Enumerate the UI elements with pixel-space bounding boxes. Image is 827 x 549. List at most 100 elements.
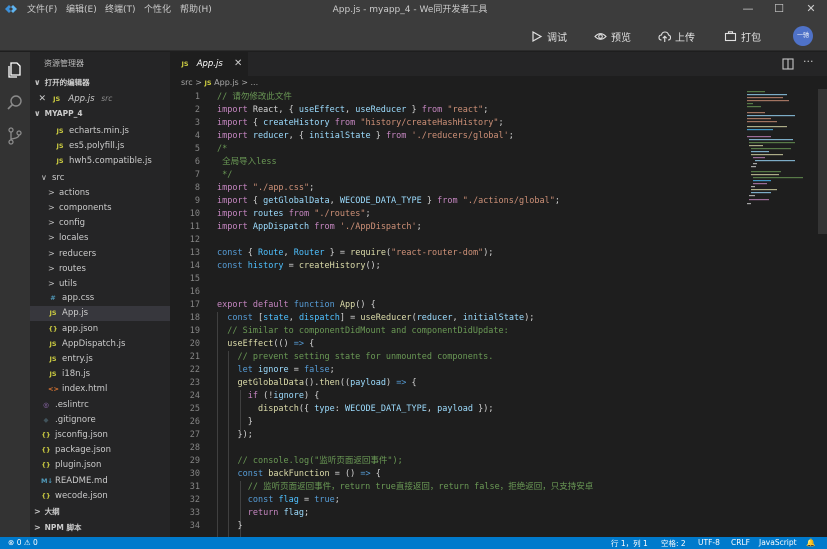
line-number: 15 <box>189 274 200 284</box>
project-header[interactable]: ∨ MYAPP_4 <box>30 107 170 121</box>
code-line[interactable]: // 请勿修改此文件 <box>217 91 292 104</box>
code-line[interactable]: const { Route, Router } = require("react… <box>217 247 493 260</box>
folder-item[interactable]: ∨ src <box>30 170 170 185</box>
file-item[interactable]: <> index.html <box>30 382 170 397</box>
file-item[interactable]: ◎ .eslintrc <box>30 398 170 413</box>
code-line[interactable]: /* <box>217 143 227 156</box>
code-line[interactable]: // 监听页面返回事件，return true直接返回，return false… <box>217 481 594 494</box>
code-line[interactable]: import AppDispatch from './AppDispatch'; <box>217 221 422 234</box>
menu-help[interactable]: 帮助(H) <box>180 2 212 15</box>
folder-item[interactable]: > actions <box>30 185 170 200</box>
menu-personalize[interactable]: 个性化 <box>144 2 171 15</box>
explorer-icon[interactable] <box>5 60 25 80</box>
maximize-icon[interactable]: ☐ <box>768 1 790 17</box>
breadcrumb-more[interactable]: ... <box>251 78 259 87</box>
menu-edit[interactable]: 编辑(E) <box>66 2 97 15</box>
preview-button[interactable]: 预览 <box>594 28 631 44</box>
code-line[interactable]: } <box>217 416 253 429</box>
file-item[interactable]: ◆ .gitignore <box>30 413 170 428</box>
folder-item[interactable]: > routes <box>30 261 170 276</box>
file-item[interactable]: JS entry.js <box>30 352 170 367</box>
split-editor-icon[interactable] <box>781 57 795 71</box>
folder-item[interactable]: > utils <box>30 276 170 291</box>
source-control-icon[interactable] <box>5 126 25 146</box>
file-item[interactable]: JS AppDispatch.js <box>30 337 170 352</box>
more-actions-icon[interactable]: ··· <box>803 55 817 69</box>
code-line[interactable]: dispatch({ type: WECODE_DATA_TYPE, paylo… <box>217 403 494 416</box>
code-token: () { <box>355 300 376 310</box>
folder-item[interactable]: > config <box>30 215 170 230</box>
file-item[interactable]: JS es5.polyfill.js <box>30 139 170 154</box>
file-item[interactable]: JS hwh5.compatible.js <box>30 154 170 169</box>
breadcrumb-folder[interactable]: src <box>181 78 193 87</box>
open-editor-item[interactable]: ✕ JS App.js src <box>30 91 170 106</box>
close-icon[interactable]: ✕ <box>234 52 242 76</box>
code-line[interactable]: // Similar to componentDidMount and comp… <box>217 325 508 338</box>
code-line[interactable]: export default function App() { <box>217 299 376 312</box>
search-icon[interactable] <box>5 93 25 113</box>
package-button[interactable]: 打包 <box>724 28 761 44</box>
eol-setting[interactable]: CRLF <box>731 538 750 547</box>
file-item[interactable]: {} app.json <box>30 322 170 337</box>
language-mode[interactable]: JavaScript <box>759 538 797 547</box>
code-line[interactable]: getGlobalData().then((payload) => { <box>217 377 416 390</box>
code-line[interactable]: import { getGlobalData, WECODE_DATA_TYPE… <box>217 195 560 208</box>
file-item[interactable]: # app.css <box>30 291 170 306</box>
code-line[interactable]: import reducer, { initialState } from '.… <box>217 130 514 143</box>
editor-scrollbar[interactable] <box>818 89 827 234</box>
file-item[interactable]: JS echarts.min.js <box>30 124 170 139</box>
code-line[interactable]: import React, { useEffect, useReducer } … <box>217 104 488 117</box>
code-token: ) <box>385 378 397 388</box>
code-line[interactable]: useEffect(() => { <box>217 338 314 351</box>
file-item[interactable]: {} package.json <box>30 443 170 458</box>
file-item[interactable]: M↓ README.md <box>30 474 170 489</box>
code-line[interactable]: import { createHistory from "history/cre… <box>217 117 504 130</box>
folder-item[interactable]: > reducers <box>30 246 170 261</box>
outline-header[interactable]: > 大纲 <box>30 505 170 519</box>
code-line[interactable]: const backFunction = () => { <box>217 468 380 481</box>
code-line[interactable]: import routes from "./routes"; <box>217 208 371 221</box>
file-item[interactable]: {} plugin.json <box>30 458 170 473</box>
folder-item[interactable]: > components <box>30 200 170 215</box>
open-editors-header[interactable]: ∨ 打开的编辑器 <box>30 76 170 90</box>
code-token: "react-router-dom" <box>391 248 484 258</box>
indentation-setting[interactable]: 空格: 2 <box>661 538 686 549</box>
code-line[interactable]: 全局导入less <box>217 156 276 169</box>
avatar[interactable]: 一驰 <box>793 26 813 46</box>
problems-indicator[interactable]: ⊗ 0 ⚠ 0 <box>8 538 38 547</box>
npm-scripts-header[interactable]: > NPM 脚本 <box>30 521 170 535</box>
file-name: App.js <box>62 308 89 319</box>
encoding-setting[interactable]: UTF-8 <box>698 538 720 547</box>
code-line[interactable]: const flag = true; <box>217 494 340 507</box>
folder-item[interactable]: > locales <box>30 230 170 245</box>
code-line[interactable]: return flag; <box>217 507 309 520</box>
upload-button[interactable]: 上传 <box>658 28 695 44</box>
notification-bell-icon[interactable]: 🔔 <box>806 538 815 547</box>
file-item[interactable]: JS App.js <box>30 306 170 322</box>
code-line[interactable]: // prevent setting state for unmounted c… <box>217 351 493 364</box>
file-item[interactable]: {} wecode.json <box>30 489 170 504</box>
menu-file[interactable]: 文件(F) <box>27 2 57 15</box>
code-line[interactable]: }); <box>217 429 252 442</box>
code-line[interactable]: // console.log("监听页面返回事件"); <box>217 455 402 468</box>
code-line[interactable]: */ <box>217 169 232 182</box>
tab-app-js[interactable]: JS App.js ✕ <box>170 52 248 76</box>
code-line[interactable]: import "./app.css"; <box>217 182 314 195</box>
code-line[interactable]: const [state, dispatch] = useReducer(red… <box>217 312 534 325</box>
code-line[interactable]: const history = createHistory(); <box>217 260 381 273</box>
breadcrumb-file[interactable]: App.js <box>214 78 239 87</box>
minimap[interactable] <box>745 89 807 209</box>
file-item[interactable]: JS i18n.js <box>30 367 170 382</box>
close-icon[interactable]: ✕ <box>30 92 46 107</box>
close-icon[interactable]: ✕ <box>800 1 822 17</box>
cursor-position[interactable]: 行 1，列 1 <box>611 538 648 549</box>
minimize-icon[interactable]: — <box>737 1 759 17</box>
file-item[interactable]: {} jsconfig.json <box>30 428 170 443</box>
debug-button[interactable]: 调试 <box>530 28 567 44</box>
menu-terminal[interactable]: 终端(T) <box>105 2 136 15</box>
code-line[interactable]: } <box>217 520 242 533</box>
code-line[interactable]: if (!ignore) { <box>217 390 320 403</box>
code-editor[interactable]: 1 // 请勿修改此文件 2 import React, { useEffect, u… <box>170 89 827 537</box>
code-line[interactable]: let ignore = false; <box>217 364 334 377</box>
line-number: 13 <box>189 248 200 258</box>
